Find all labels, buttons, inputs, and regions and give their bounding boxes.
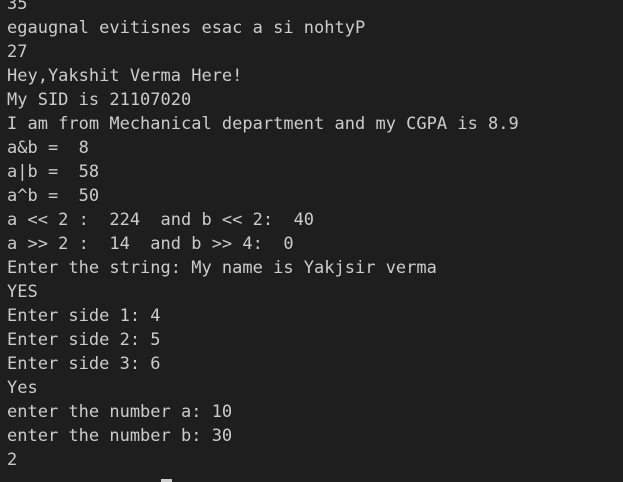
output-line: Hey,Yakshit Verma Here!: [7, 66, 243, 86]
output-line: enter the number a: 10: [7, 402, 233, 422]
output-line: YES: [7, 282, 38, 302]
output-line: My SID is 21107020: [7, 90, 192, 110]
terminal-output: 35 egaugnal evitisnes esac a si nohtyP 2…: [7, 0, 623, 472]
output-line: a&b = 8: [7, 138, 89, 158]
output-line: a >> 2 : 14 and b >> 4: 0: [7, 234, 294, 254]
output-line: Enter side 1: 4: [7, 306, 161, 326]
output-line: Yes: [7, 378, 38, 398]
output-line: a|b = 58: [7, 162, 100, 182]
output-line: 35: [7, 0, 28, 14]
output-line: Enter side 2: 5: [7, 330, 161, 350]
output-line: a^b = 50: [7, 186, 100, 206]
output-line: a << 2 : 224 and b << 2: 40: [7, 210, 315, 230]
output-line: I am from Mechanical department and my C…: [7, 114, 519, 134]
output-line: enter the number b: 30: [7, 426, 233, 446]
output-line: Enter the string: My name is Yakjsir ver…: [7, 258, 437, 278]
terminal-panel[interactable]: 35 egaugnal evitisnes esac a si nohtyP 2…: [0, 0, 623, 482]
output-line: Enter side 3: 6: [7, 354, 161, 374]
output-line: egaugnal evitisnes esac a si nohtyP: [7, 18, 366, 38]
output-line: 27: [7, 42, 28, 62]
output-line: 2: [7, 450, 18, 470]
